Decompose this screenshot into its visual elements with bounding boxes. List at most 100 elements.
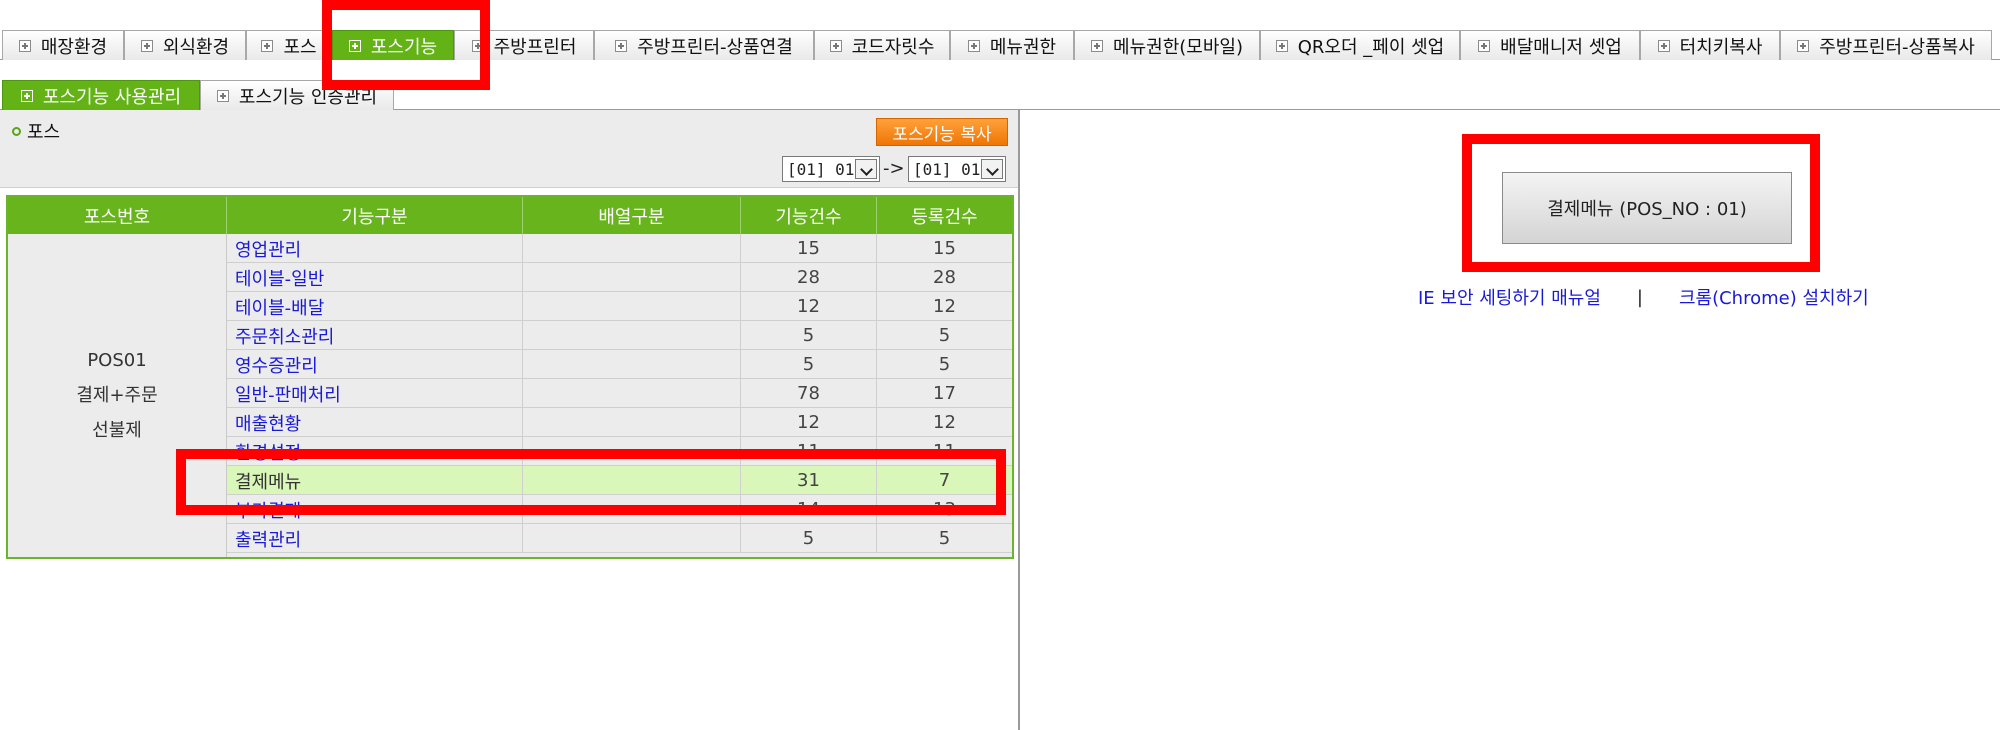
plus-icon (1091, 39, 1104, 52)
table-row[interactable]: 출력관리 5 5 (227, 524, 1012, 553)
chrome-install-link[interactable]: 크롬(Chrome) 설치하기 (1679, 284, 1869, 310)
table-row[interactable]: 일반-판매처리 78 17 (227, 379, 1012, 408)
header-registered-count: 등록건수 (911, 206, 978, 228)
array-cell (523, 437, 741, 466)
function-link[interactable]: 환경설정 (227, 437, 523, 466)
function-link[interactable]: 출력관리 (227, 524, 523, 553)
plus-icon (1797, 39, 1810, 52)
function-link[interactable]: 매출현황 (227, 408, 523, 437)
tab-kitchen-printer-product-copy[interactable]: 주방프린터-상품복사 (1780, 30, 1992, 60)
chevron-down-icon (981, 159, 1003, 179)
to-pos-select[interactable]: [01] 01 (908, 156, 1006, 182)
registered-count-cell: 12 (933, 296, 956, 317)
table-header: 포스번호 기능구분 배열구분 기능건수 등록건수 (8, 197, 1012, 234)
function-count-cell: 5 (741, 524, 877, 553)
function-count-cell: 12 (741, 408, 877, 437)
tab-pos[interactable]: 포스 (246, 30, 332, 60)
function-link[interactable]: 주문취소관리 (227, 321, 523, 350)
function-count-cell: 78 (741, 379, 877, 408)
table-row[interactable]: 영업관리 15 15 (227, 234, 1012, 263)
circle-bullet-icon (12, 126, 21, 136)
chevron-down-icon (855, 159, 877, 179)
function-count-cell: 12 (741, 292, 877, 321)
tab-restaurant-settings[interactable]: 외식환경 (124, 30, 246, 60)
registered-count-cell: 17 (933, 383, 956, 404)
help-links: IE 보안 세팅하기 매뉴얼 | 크롬(Chrome) 설치하기 (1418, 284, 1869, 310)
array-cell (523, 379, 741, 408)
registered-count-cell: 15 (933, 238, 956, 259)
header-pos-number: 포스번호 (8, 197, 227, 234)
tab-kitchen-printer-product-link[interactable]: 주방프린터-상품연결 (594, 30, 814, 60)
function-count-cell: 28 (741, 263, 877, 292)
top-tab-strip: 매장환경 외식환경 포스 포스기능 주방프린터 주방프린터-상품연결 코드자릿수… (0, 30, 2000, 60)
tab-pos-functions[interactable]: 포스기능 (332, 30, 454, 60)
array-cell (523, 234, 741, 263)
header-function-category: 기능구분 (227, 197, 523, 234)
header-array-category: 배열구분 (523, 197, 741, 234)
tab-menu-permissions[interactable]: 메뉴권한 (950, 30, 1074, 60)
function-link[interactable]: 테이블-일반 (227, 263, 523, 292)
from-pos-select[interactable]: [01] 01 (782, 156, 880, 182)
array-cell (523, 321, 741, 350)
function-link[interactable]: 영수증관리 (227, 350, 523, 379)
table-row[interactable]: 테이블-일반 28 28 (227, 263, 1012, 292)
table-row[interactable]: 주문취소관리 5 5 (227, 321, 1012, 350)
link-separator: | (1636, 286, 1643, 308)
sub-tab-strip: 포스기능 사용관리 포스기능 인증관리 (0, 80, 2000, 110)
tab-pos-function-auth[interactable]: 포스기능 인증관리 (200, 80, 394, 110)
array-cell (523, 524, 741, 553)
function-link[interactable]: 테이블-배달 (227, 292, 523, 321)
tab-menu-permissions-mobile[interactable]: 메뉴권한(모바일) (1074, 30, 1260, 60)
function-count-cell: 11 (741, 437, 877, 466)
array-cell (523, 495, 741, 524)
registered-count-cell: 11 (933, 441, 956, 462)
pos-number-cell: POS01 결제+주문 선불제 (8, 234, 227, 557)
registered-count-cell: 28 (933, 267, 956, 288)
function-count-cell: 5 (741, 350, 877, 379)
payment-menu-button[interactable]: 결제메뉴 (POS_NO : 01) (1502, 172, 1792, 244)
tab-kitchen-printer[interactable]: 주방프린터 (454, 30, 594, 60)
array-cell (523, 466, 741, 495)
function-count-cell: 31 (741, 466, 877, 495)
table-row[interactable]: 매출현황 12 12 (227, 408, 1012, 437)
pos-function-copy-button[interactable]: 포스기능 복사 (876, 118, 1008, 146)
tab-qr-order-pay-setup[interactable]: QR오더 _페이 셋업 (1260, 30, 1460, 60)
table-row[interactable]: 영수증관리 5 5 (227, 350, 1012, 379)
function-link[interactable]: 부가결제 (227, 495, 523, 524)
copy-direction-arrow: -> (883, 158, 905, 179)
function-link[interactable]: 일반-판매처리 (227, 379, 523, 408)
plus-icon (1275, 39, 1288, 52)
array-cell (523, 408, 741, 437)
plus-icon (1657, 39, 1670, 52)
plus-icon (471, 39, 484, 52)
registered-count-cell: 5 (938, 354, 951, 375)
plus-icon (348, 39, 361, 52)
table-row[interactable]: 테이블-배달 12 12 (227, 292, 1012, 321)
array-cell (523, 350, 741, 379)
function-link[interactable]: 결제메뉴 (227, 466, 523, 495)
table-row[interactable]: 부가결제 14 13 (227, 495, 1012, 524)
table-row-selected[interactable]: 결제메뉴 31 7 (227, 466, 1012, 495)
function-link[interactable]: 영업관리 (227, 234, 523, 263)
ie-security-manual-link[interactable]: IE 보안 세팅하기 매뉴얼 (1418, 284, 1601, 310)
plus-icon (140, 39, 153, 52)
tab-delivery-manager-setup[interactable]: 배달매니저 셋업 (1460, 30, 1640, 60)
function-count-cell: 14 (741, 495, 877, 524)
tab-touch-key-copy[interactable]: 터치키복사 (1640, 30, 1780, 60)
function-count-cell: 15 (741, 234, 877, 263)
plus-icon (20, 89, 33, 102)
header-function-count: 기능건수 (741, 197, 877, 234)
tab-store-settings[interactable]: 매장환경 (2, 30, 124, 60)
table-row[interactable]: 환경설정 11 11 (227, 437, 1012, 466)
array-cell (523, 263, 741, 292)
plus-icon (615, 39, 628, 52)
plus-icon (829, 39, 842, 52)
pos-function-table: 포스번호 기능구분 배열구분 기능건수 등록건수 POS01 결제+주문 선불제… (6, 195, 1014, 559)
registered-count-cell: 13 (933, 499, 956, 520)
tab-code-digits[interactable]: 코드자릿수 (814, 30, 950, 60)
left-panel-header: 포스 포스기능 복사 [01] 01 -> [01] 01 (0, 110, 1018, 188)
table-body: POS01 결제+주문 선불제 영업관리 15 15 테이블-일반 28 28 … (8, 234, 1012, 557)
plus-icon (261, 39, 274, 52)
tab-pos-function-usage[interactable]: 포스기능 사용관리 (2, 80, 200, 110)
array-cell (523, 292, 741, 321)
